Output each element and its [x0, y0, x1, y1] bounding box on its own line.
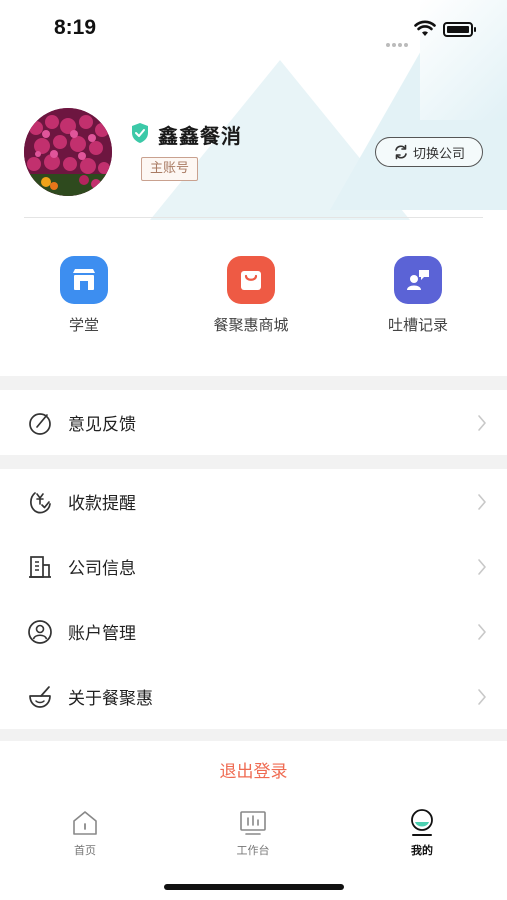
cellular-signal-icon	[386, 32, 412, 47]
store-icon	[60, 256, 108, 304]
tab-label: 我的	[411, 844, 433, 857]
speech-person-icon	[394, 256, 442, 304]
battery-icon	[443, 22, 476, 37]
me-screen: 8:19 鑫鑫餐消 主账号 切换公司 学堂 餐聚惠商城 吐槽记录 意见反馈 收款…	[0, 0, 507, 900]
menu-item-label: 账户管理	[68, 624, 136, 644]
quick-action-label: 吐槽记录	[387, 316, 448, 334]
tab-mine[interactable]: 我的	[382, 808, 462, 858]
shopping-bag-icon	[227, 256, 275, 304]
menu-item-label: 意见反馈	[68, 415, 136, 435]
tab-home[interactable]: 首页	[45, 808, 125, 858]
feedback-icon	[26, 409, 54, 437]
home-indicator	[164, 884, 344, 890]
menu-item-about[interactable]: 关于餐聚惠	[0, 664, 507, 729]
menu-group-main: 收款提醒 公司信息 账户管理 关于餐聚惠	[0, 469, 507, 729]
quick-actions: 学堂 餐聚惠商城 吐槽记录	[0, 220, 507, 376]
divider	[24, 217, 483, 218]
tab-workbench[interactable]: 工作台	[213, 808, 293, 858]
refresh-icon	[395, 144, 407, 160]
menu-item-payment-reminder[interactable]: 收款提醒	[0, 469, 507, 534]
menu-item-label: 收款提醒	[68, 494, 136, 514]
user-circle-icon	[26, 618, 54, 646]
role-badge: 主账号	[141, 157, 199, 181]
building-icon	[26, 553, 54, 581]
chevron-right-icon	[478, 494, 486, 510]
menu-item-account-management[interactable]: 账户管理	[0, 599, 507, 664]
logout-button[interactable]: 退出登录	[0, 741, 507, 801]
chevron-right-icon	[478, 415, 486, 431]
chevron-right-icon	[478, 624, 486, 640]
status-time: 8:19	[54, 16, 97, 39]
switch-company-label: 切换公司	[412, 146, 465, 162]
home-icon	[73, 811, 97, 835]
workbench-icon	[240, 811, 266, 835]
chevron-right-icon	[478, 689, 486, 705]
profile-header: 8:19 鑫鑫餐消 主账号 切换公司	[0, 0, 507, 220]
quick-action-academy[interactable]: 学堂	[14, 256, 154, 335]
quick-action-label: 学堂	[68, 316, 99, 334]
status-bar: 8:19	[0, 0, 507, 58]
verified-shield-icon	[132, 123, 148, 143]
company-name: 鑫鑫餐消	[158, 124, 242, 148]
menu-group-feedback: 意见反馈	[0, 390, 507, 455]
menu-item-company-info[interactable]: 公司信息	[0, 534, 507, 599]
payment-reminder-icon	[26, 488, 54, 516]
wifi-icon	[414, 20, 436, 36]
tab-label: 首页	[74, 844, 96, 857]
quick-action-complaints[interactable]: 吐槽记录	[348, 256, 488, 335]
profile-icon	[411, 809, 433, 836]
bowl-icon	[26, 683, 54, 711]
chevron-right-icon	[478, 559, 486, 575]
avatar[interactable]	[24, 108, 112, 196]
menu-item-label: 关于餐聚惠	[68, 689, 153, 709]
menu-item-feedback[interactable]: 意见反馈	[0, 390, 507, 455]
tab-label: 工作台	[236, 844, 270, 857]
menu-item-label: 公司信息	[68, 559, 136, 579]
quick-action-mall[interactable]: 餐聚惠商城	[181, 256, 321, 335]
switch-company-button[interactable]: 切换公司	[375, 137, 483, 167]
quick-action-label: 餐聚惠商城	[213, 316, 289, 334]
